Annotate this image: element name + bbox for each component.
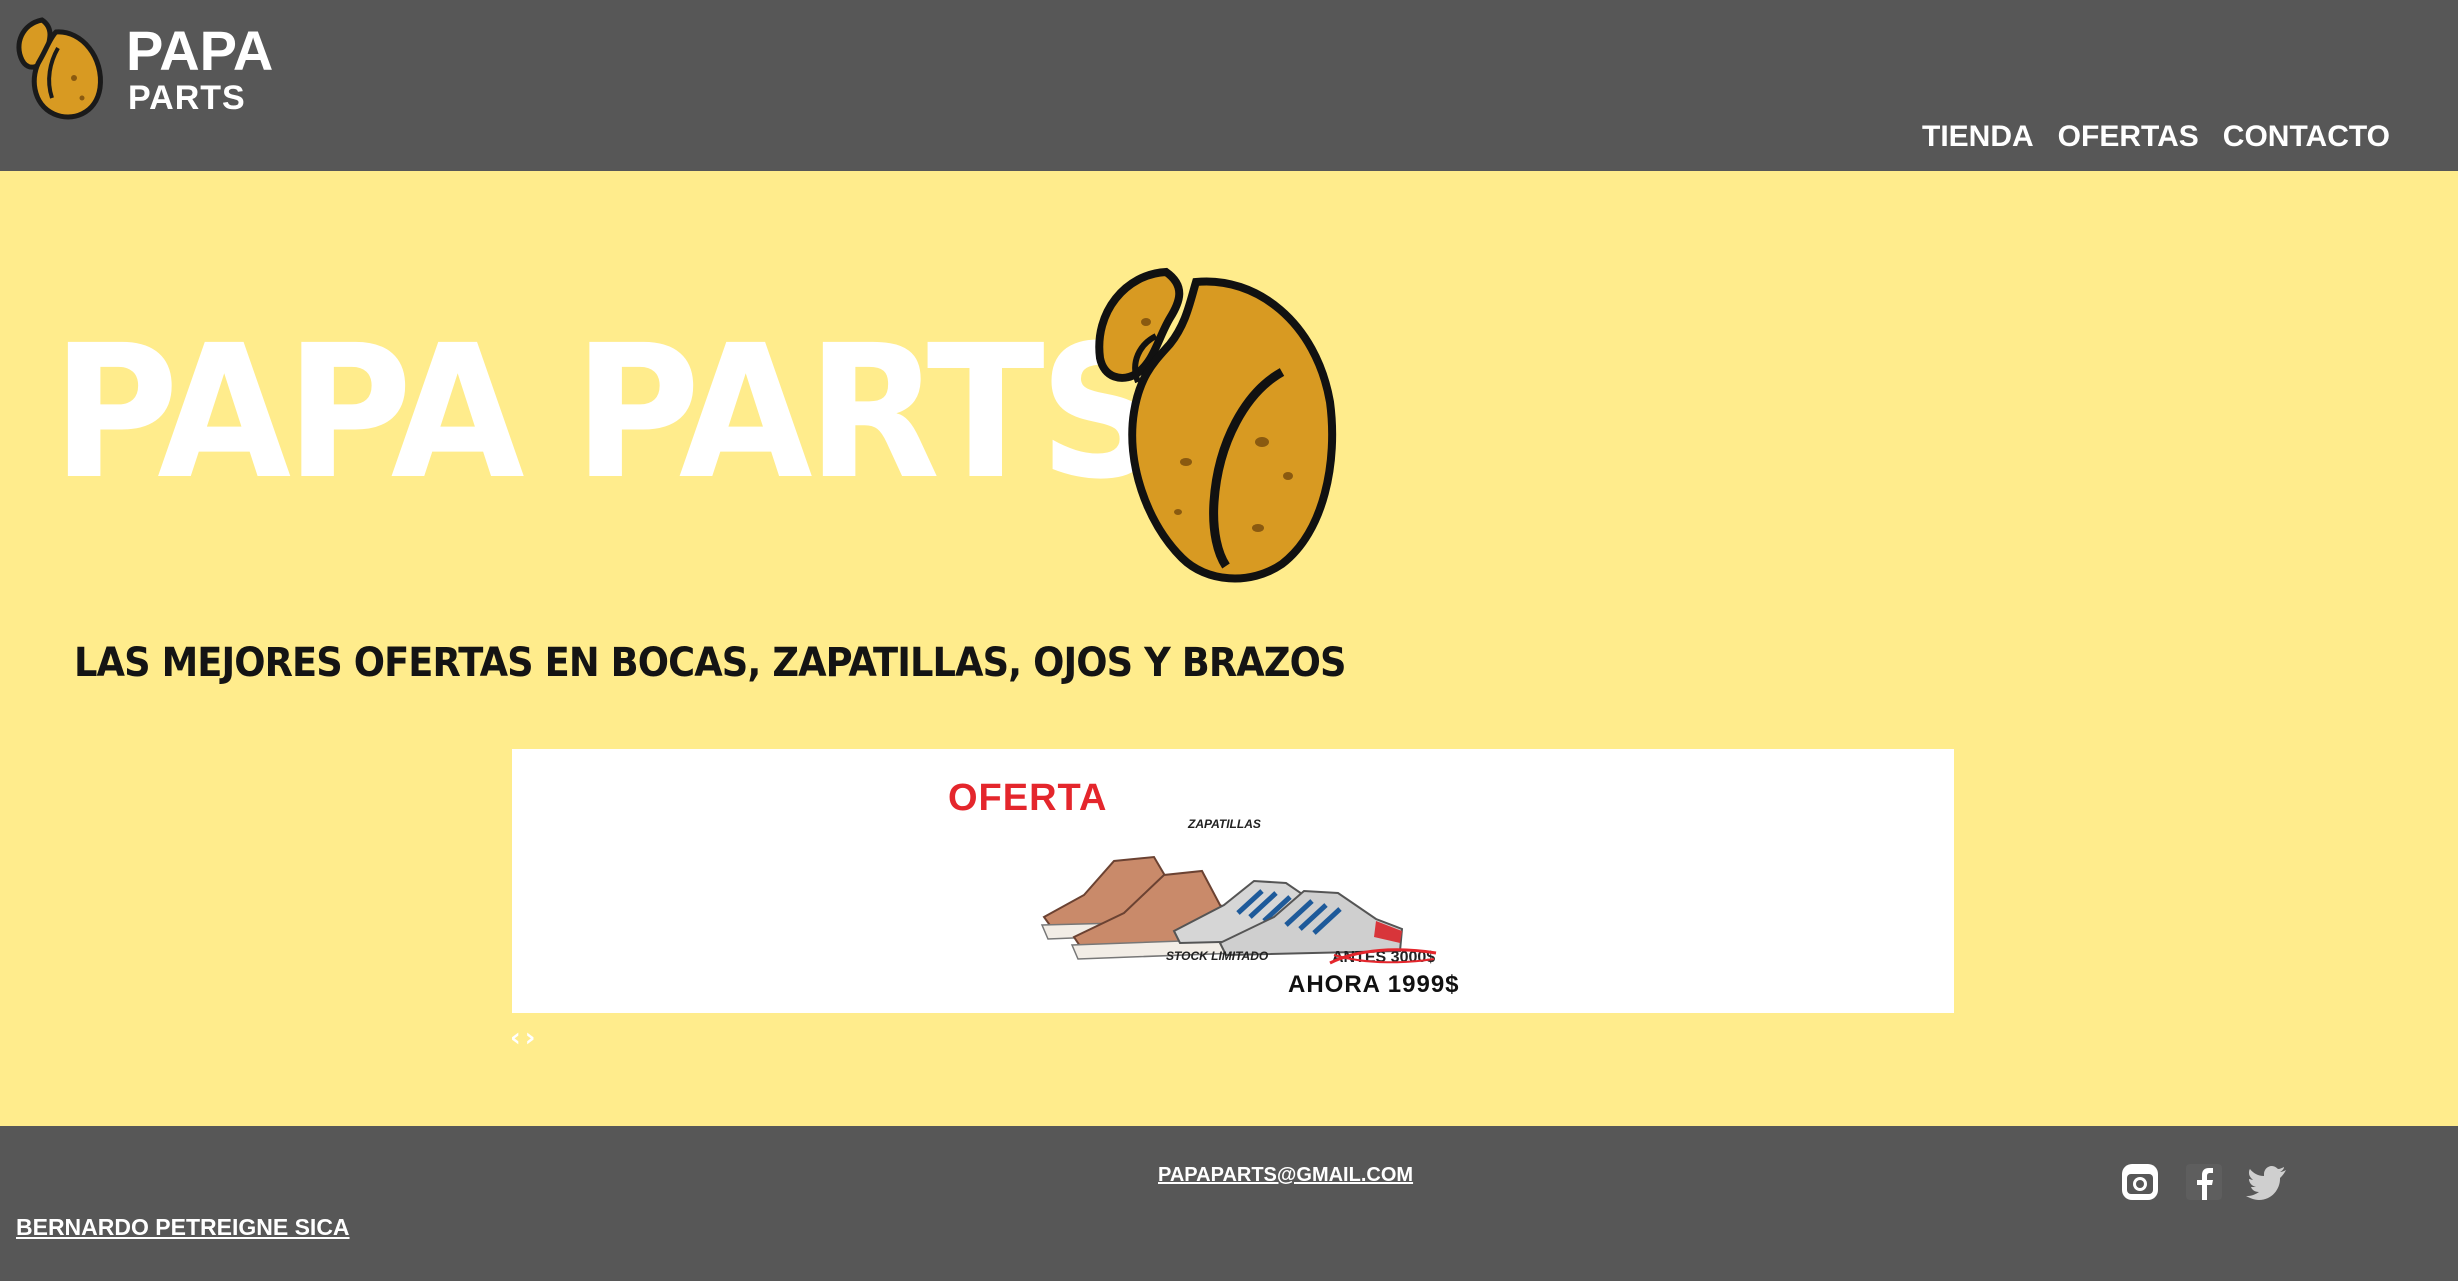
- twitter-icon[interactable]: [2246, 1160, 2290, 1204]
- contact-email-link[interactable]: PAPAPARTS@GMAIL.COM: [1158, 1164, 1413, 1187]
- instagram-icon[interactable]: [2118, 1160, 2162, 1204]
- chevron-right-icon[interactable]: ›: [525, 1024, 536, 1052]
- chevron-left-icon[interactable]: ‹: [510, 1024, 521, 1052]
- brand-name: PAPA: [126, 19, 274, 82]
- header: PAPA PARTS TIENDA OFERTAS CONTACTO: [0, 0, 2458, 171]
- strikethrough-mark: [1329, 948, 1437, 965]
- brand-subname: PARTS: [128, 79, 246, 117]
- footer: PAPAPARTS@GMAIL.COM BERNARDO PETREIGNE S…: [0, 1126, 2458, 1281]
- hero-title: PAPA PARTS: [52, 306, 1164, 520]
- nav-tienda[interactable]: TIENDA: [1922, 120, 2034, 154]
- potato-logo-icon[interactable]: [12, 14, 106, 124]
- offer-label: OFERTA: [948, 777, 1108, 819]
- offer-banner[interactable]: OFERTA ZAPATILLAS STOCK LIMITADO ANTES 3…: [512, 749, 1954, 1013]
- nav-contacto[interactable]: CONTACTO: [2223, 120, 2390, 154]
- hero-tagline: LAS MEJORES OFERTAS EN BOCAS, ZAPATILLAS…: [74, 640, 1346, 686]
- potato-illustration: [1095, 267, 1337, 583]
- stock-label: STOCK LIMITADO: [1166, 949, 1269, 963]
- author-link[interactable]: BERNARDO PETREIGNE SICA: [16, 1214, 350, 1241]
- main-nav: TIENDA OFERTAS CONTACTO: [1922, 120, 2390, 154]
- social-links: [2118, 1160, 2290, 1204]
- facebook-icon[interactable]: [2182, 1160, 2226, 1204]
- carousel-controls: ‹ ›: [510, 1024, 535, 1052]
- new-price: AHORA 1999$: [1288, 971, 1460, 998]
- sneakers-image: [1040, 855, 1404, 960]
- nav-ofertas[interactable]: OFERTAS: [2058, 120, 2199, 154]
